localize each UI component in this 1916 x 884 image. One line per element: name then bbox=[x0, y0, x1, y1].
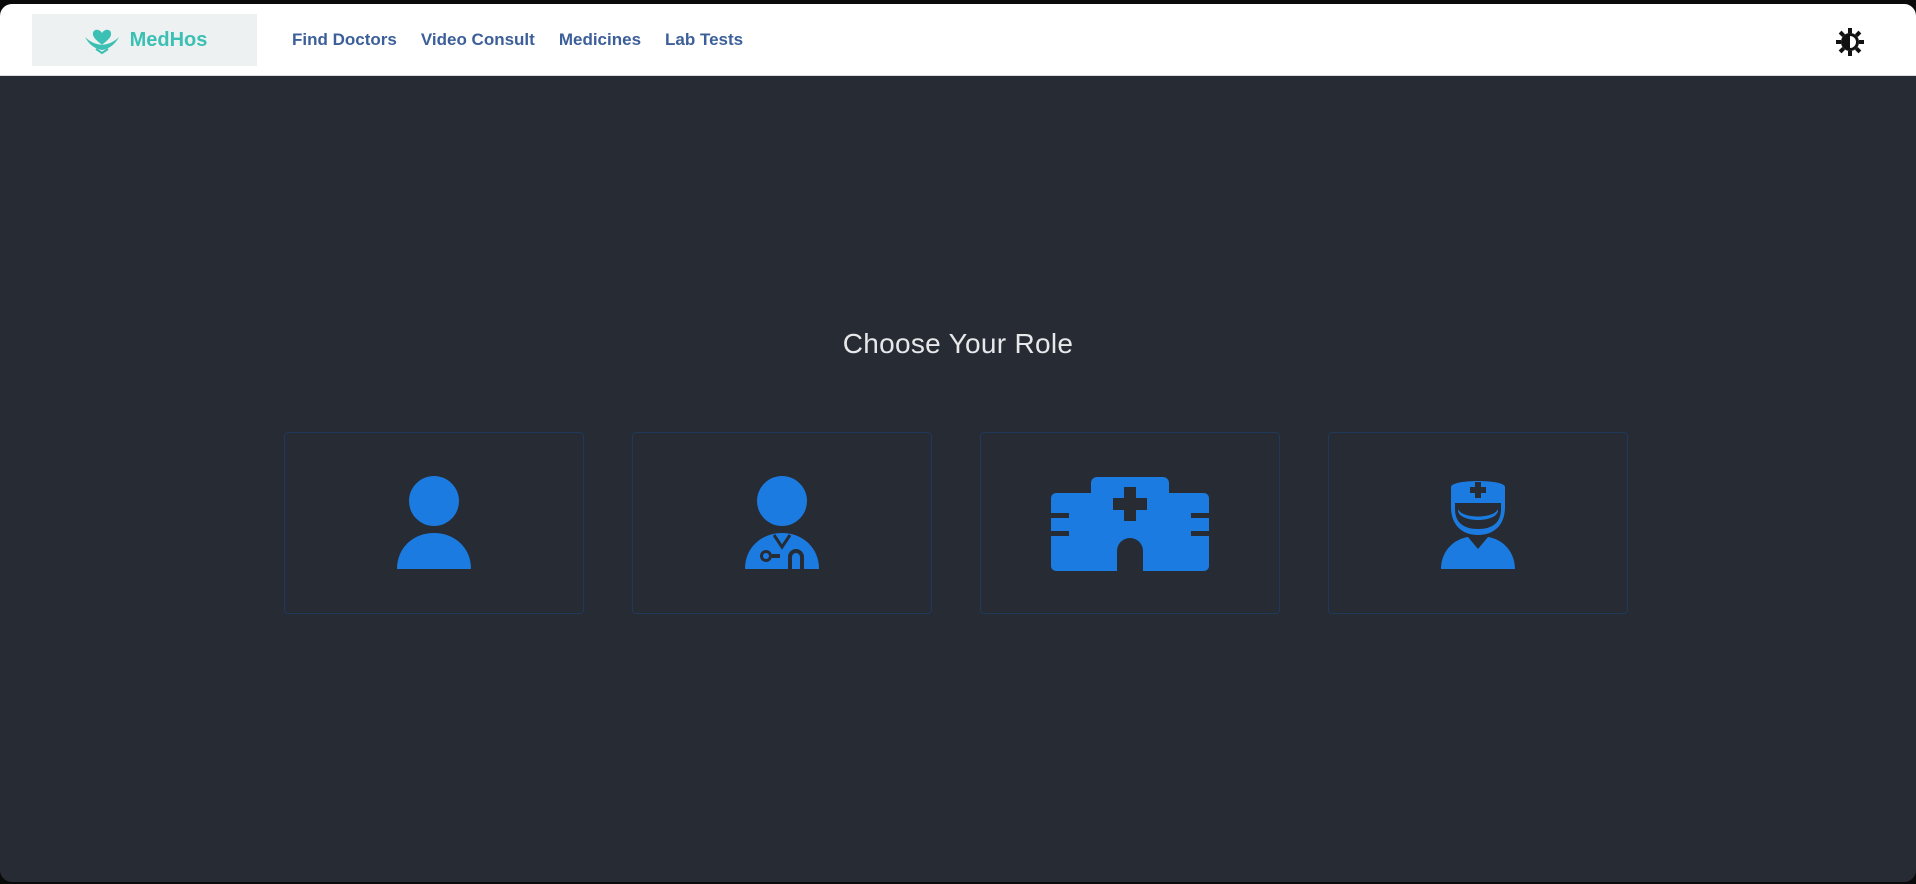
nav-link-lab-tests[interactable]: Lab Tests bbox=[665, 30, 743, 50]
main-content: Choose Your Role bbox=[0, 76, 1916, 882]
user-icon bbox=[374, 473, 494, 573]
role-card-doctor[interactable] bbox=[632, 432, 932, 614]
nav-link-medicines[interactable]: Medicines bbox=[559, 30, 641, 50]
page-title: Choose Your Role bbox=[842, 328, 1074, 359]
nav-links: Find Doctors Video Consult Medicines Lab… bbox=[292, 4, 743, 75]
logo[interactable]: MedHos bbox=[32, 14, 257, 66]
nurse-icon bbox=[1418, 473, 1538, 573]
app-window: MedHos Find Doctors Video Consult Medici… bbox=[0, 4, 1916, 882]
theme-toggle-button[interactable] bbox=[1833, 27, 1867, 61]
logo-text: MedHos bbox=[129, 28, 208, 51]
role-card-nurse[interactable] bbox=[1328, 432, 1628, 614]
navbar: MedHos Find Doctors Video Consult Medici… bbox=[0, 4, 1916, 76]
hospital-icon bbox=[1045, 473, 1215, 573]
role-card-user[interactable] bbox=[284, 432, 584, 614]
role-grid bbox=[284, 432, 1628, 614]
contrast-icon bbox=[1835, 27, 1865, 62]
nav-link-video-consult[interactable]: Video Consult bbox=[421, 30, 535, 50]
doctor-icon bbox=[722, 473, 842, 573]
nav-link-find-doctors[interactable]: Find Doctors bbox=[292, 30, 397, 50]
role-card-hospital[interactable] bbox=[980, 432, 1280, 614]
heart-hand-icon bbox=[82, 25, 122, 55]
